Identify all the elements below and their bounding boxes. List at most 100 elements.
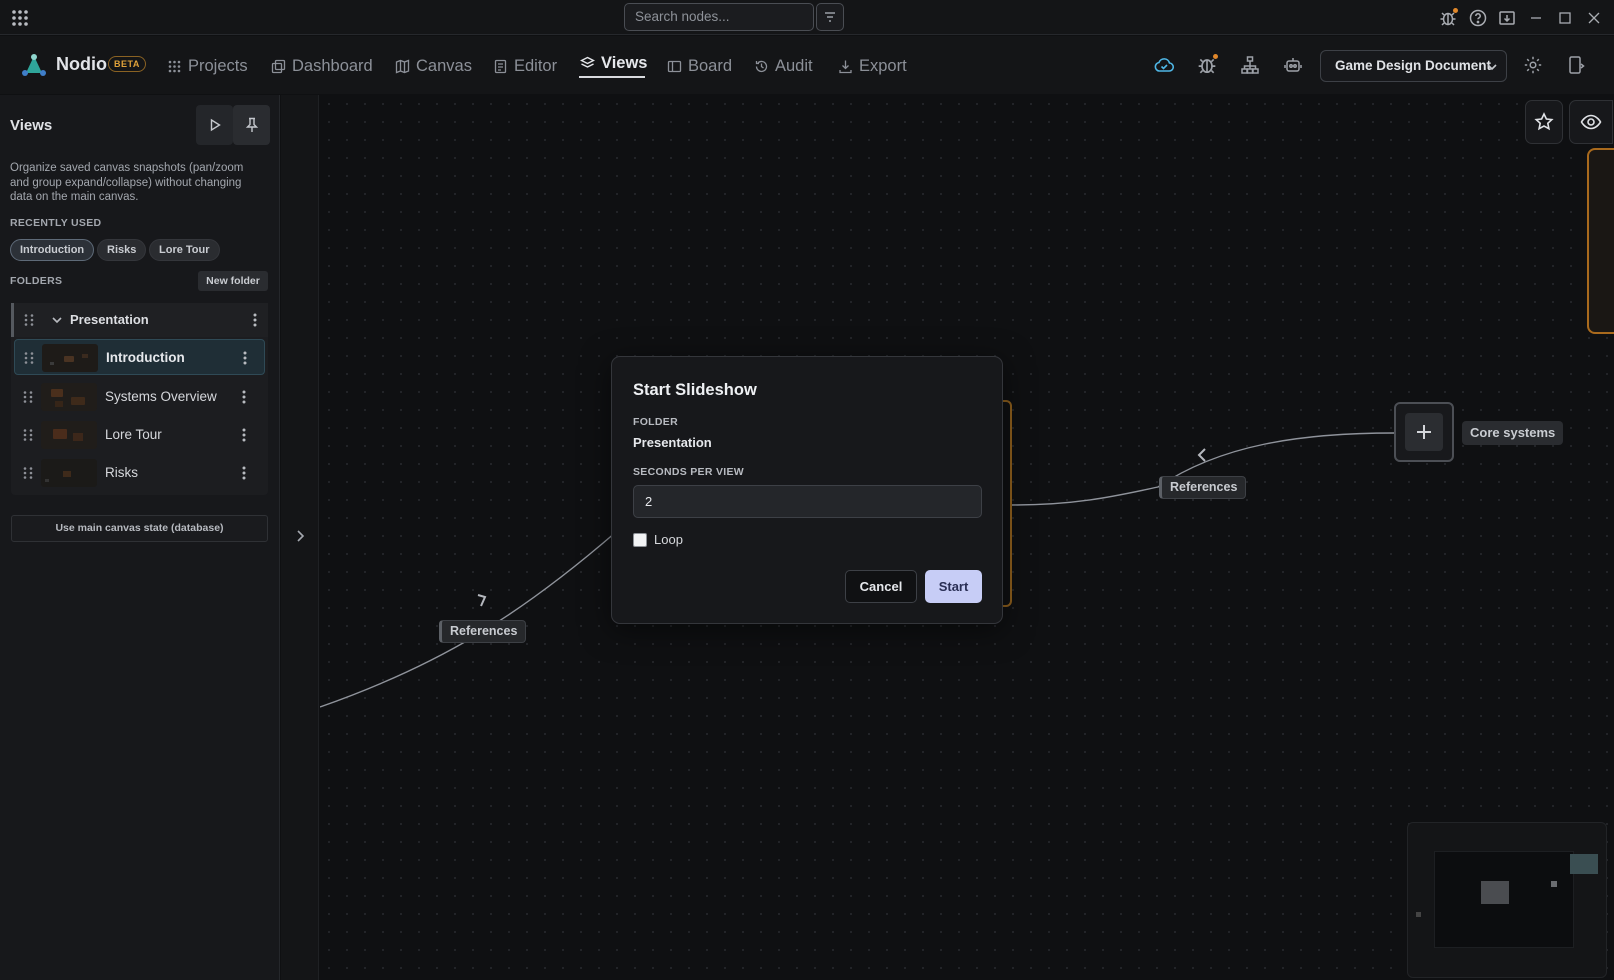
chevron-right-icon[interactable] xyxy=(294,529,306,543)
recent-chip-lore-tour[interactable]: Lore Tour xyxy=(149,239,220,261)
nav-board[interactable]: Board xyxy=(667,53,732,79)
filter-button[interactable] xyxy=(816,3,844,31)
title-bar: Search nodes... xyxy=(0,0,1614,35)
pin-icon xyxy=(245,117,258,132)
recent-chip-risks[interactable]: Risks xyxy=(97,239,147,261)
sidebar-description: Organize saved canvas snapshots (pan/zoo… xyxy=(10,162,244,203)
document-icon xyxy=(494,59,507,73)
drag-handle-icon[interactable] xyxy=(22,466,34,480)
favorite-view-button[interactable] xyxy=(1525,100,1563,144)
add-node-button[interactable] xyxy=(1394,402,1454,462)
bug-icon[interactable] xyxy=(1438,8,1458,28)
document-select[interactable]: Game Design Document xyxy=(1320,50,1507,82)
start-slideshow-dialog: Start Slideshow FOLDER Presentation SECO… xyxy=(611,356,1003,624)
install-icon[interactable] xyxy=(1497,8,1517,28)
more-options-icon[interactable] xyxy=(239,465,249,481)
nav-views-label: Views xyxy=(601,53,648,72)
nav-export[interactable]: Export xyxy=(838,53,907,79)
folder-label: FOLDER xyxy=(633,416,678,428)
folder-value: Presentation xyxy=(633,435,712,450)
minimap-node xyxy=(1570,854,1598,874)
plus-icon xyxy=(1405,413,1443,451)
device-code-icon[interactable] xyxy=(1564,53,1588,77)
folder-name: Presentation xyxy=(70,312,149,327)
nav-export-label: Export xyxy=(859,56,907,75)
play-slideshow-button[interactable] xyxy=(196,105,233,145)
chevron-down-icon[interactable] xyxy=(51,314,63,326)
use-main-canvas-button[interactable]: Use main canvas state (database) xyxy=(11,515,268,542)
nav-canvas[interactable]: Canvas xyxy=(395,53,472,79)
node-label-core-systems[interactable]: Core systems xyxy=(1462,421,1564,445)
recently-used-heading: RECENTLY USED xyxy=(10,217,102,229)
view-item-systems-overview[interactable]: Systems Overview xyxy=(14,379,265,415)
nav-canvas-label: Canvas xyxy=(416,56,472,75)
cancel-button[interactable]: Cancel xyxy=(845,570,917,603)
view-item-lore-tour[interactable]: Lore Tour xyxy=(14,417,265,453)
loop-label[interactable]: Loop xyxy=(654,532,683,547)
robot-icon[interactable] xyxy=(1281,53,1305,77)
apps-grid-icon[interactable] xyxy=(10,8,30,28)
brand-name: Nodio xyxy=(56,54,107,74)
new-folder-button[interactable]: New folder xyxy=(198,271,268,291)
nav-audit[interactable]: Audit xyxy=(754,53,813,79)
pin-button[interactable] xyxy=(233,105,270,145)
sidebar-collapse-rail[interactable] xyxy=(281,95,319,980)
view-item-risks[interactable]: Risks xyxy=(14,455,265,491)
folders-heading: FOLDERS xyxy=(10,275,63,287)
document-select-value: Game Design Document xyxy=(1335,58,1492,73)
drag-handle-icon[interactable] xyxy=(23,351,35,365)
more-options-icon[interactable] xyxy=(250,312,260,328)
nav-editor[interactable]: Editor xyxy=(493,53,557,79)
drag-handle-icon[interactable] xyxy=(22,390,34,404)
canvas-side-panel[interactable] xyxy=(1587,148,1614,334)
view-item-introduction[interactable]: Introduction xyxy=(14,339,265,375)
folder-header[interactable]: Presentation xyxy=(11,303,268,337)
beta-badge: BETA xyxy=(108,56,146,72)
notification-dot xyxy=(1213,54,1218,59)
grid-icon xyxy=(168,60,181,72)
minimize-icon[interactable] xyxy=(1526,8,1546,28)
search-input[interactable]: Search nodes... xyxy=(624,3,814,31)
more-options-icon[interactable] xyxy=(240,350,250,366)
debug-icon[interactable] xyxy=(1195,53,1219,77)
view-name: Lore Tour xyxy=(105,427,162,442)
nav-dashboard-label: Dashboard xyxy=(292,56,373,75)
edge-arrow xyxy=(1197,448,1206,462)
seconds-per-view-label: SECONDS PER VIEW xyxy=(633,466,744,478)
view-name: Introduction xyxy=(106,350,185,365)
help-icon[interactable] xyxy=(1468,8,1488,28)
star-icon xyxy=(1534,112,1554,131)
settings-gear-icon[interactable] xyxy=(1521,53,1545,77)
minimap-node xyxy=(1551,881,1557,887)
drag-handle-icon[interactable] xyxy=(23,313,35,327)
active-tab-indicator xyxy=(579,76,645,78)
more-options-icon[interactable] xyxy=(239,389,249,405)
nav-editor-label: Editor xyxy=(514,56,558,75)
recent-chip-introduction[interactable]: Introduction xyxy=(10,239,95,261)
sidebar-title: Views xyxy=(10,117,53,134)
nav-projects[interactable]: Projects xyxy=(167,53,248,79)
cloud-sync-icon[interactable] xyxy=(1152,53,1176,77)
hierarchy-icon[interactable] xyxy=(1238,53,1262,77)
start-button[interactable]: Start xyxy=(925,570,982,603)
download-icon xyxy=(839,60,852,73)
chevron-down-icon xyxy=(1487,64,1497,71)
edge-label-references[interactable]: References xyxy=(439,620,527,643)
more-options-icon[interactable] xyxy=(239,427,249,443)
nav-audit-label: Audit xyxy=(775,56,813,75)
minimap[interactable] xyxy=(1407,822,1607,978)
close-icon[interactable] xyxy=(1584,8,1604,28)
notification-dot xyxy=(1453,8,1458,13)
drag-handle-icon[interactable] xyxy=(22,428,34,442)
nodio-logo xyxy=(20,51,48,79)
nav-board-label: Board xyxy=(688,56,733,75)
visibility-button[interactable] xyxy=(1569,100,1613,144)
edge-label-references[interactable]: References xyxy=(1159,476,1247,499)
seconds-per-view-input[interactable]: 2 xyxy=(633,485,982,518)
nav-projects-label: Projects xyxy=(188,56,248,75)
maximize-icon[interactable] xyxy=(1555,8,1575,28)
nav-views[interactable]: Views xyxy=(580,50,647,76)
loop-checkbox[interactable] xyxy=(633,533,647,547)
dialog-title: Start Slideshow xyxy=(633,381,757,399)
nav-dashboard[interactable]: Dashboard xyxy=(271,53,373,79)
